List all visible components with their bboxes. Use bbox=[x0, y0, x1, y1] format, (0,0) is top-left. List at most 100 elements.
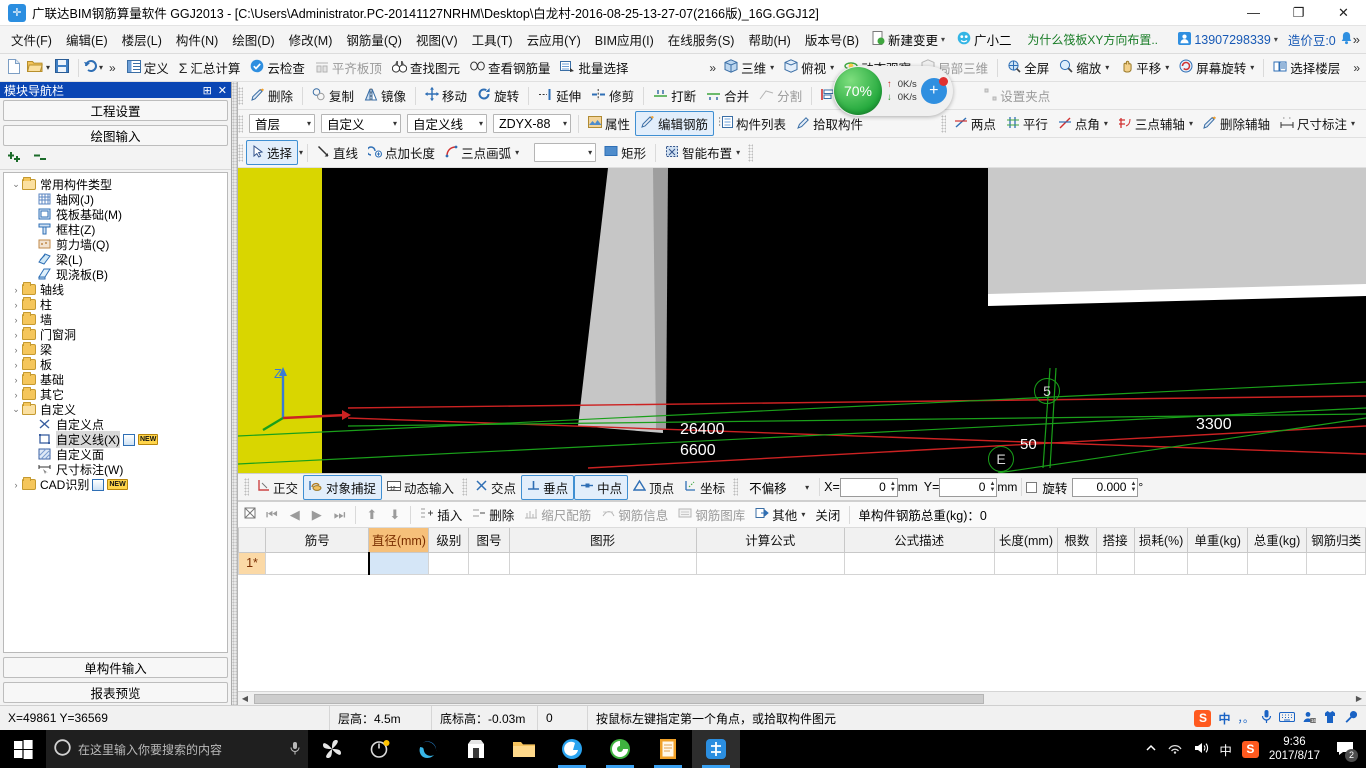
menu-modify[interactable]: 修改(M) bbox=[282, 27, 340, 52]
menu-edit[interactable]: 编辑(E) bbox=[59, 27, 115, 52]
chevron-right-icon[interactable]: › bbox=[10, 390, 22, 400]
x-spinner[interactable]: ▲ ▼ bbox=[890, 481, 896, 493]
summary-calc-button[interactable]: Σ 汇总计算 bbox=[174, 56, 246, 79]
cell-r0-c3[interactable] bbox=[428, 551, 470, 575]
panel-handle-icon[interactable] bbox=[244, 507, 256, 522]
two-point-axis-button[interactable]: 两点 bbox=[949, 112, 1001, 135]
properties-button[interactable]: 属性 bbox=[583, 112, 635, 135]
chevron-right-icon[interactable]: › bbox=[10, 330, 22, 340]
merge-button[interactable]: 合并 bbox=[701, 84, 754, 107]
file-explorer-icon[interactable] bbox=[500, 730, 548, 768]
rotate-checkbox[interactable] bbox=[1026, 481, 1038, 493]
move-button[interactable]: 移动 bbox=[420, 84, 472, 107]
promo-link[interactable]: 为什么筏板XY方向布置.. bbox=[1027, 31, 1158, 48]
minimize-button[interactable]: — bbox=[1231, 0, 1276, 26]
chevron-down-icon[interactable]: ▾ bbox=[1189, 119, 1193, 128]
midpoint-snap-toggle[interactable]: 中点 bbox=[574, 474, 629, 500]
define-button[interactable]: 定义 bbox=[122, 56, 174, 79]
delete-button[interactable]: 删除 bbox=[246, 84, 298, 107]
close-icon[interactable]: ✕ bbox=[218, 84, 227, 97]
tree-item-3[interactable]: 框柱(Z) bbox=[6, 222, 225, 237]
tree-item-5[interactable]: 梁(L) bbox=[6, 252, 225, 267]
toolbar-grip[interactable] bbox=[238, 86, 243, 105]
delete-row-button[interactable]: 删除 bbox=[467, 503, 519, 526]
column-header-9[interactable]: 根数 bbox=[1057, 528, 1097, 553]
offset-group-grip[interactable] bbox=[733, 478, 739, 496]
rebar-grid[interactable]: 筋号 直径(mm) 级别 图号 图形 计算公式 公式描述 长度(mm) 根数 搭接 损耗(%) 单重(… bbox=[238, 528, 1366, 691]
screen-rotate-chevron-down-icon[interactable]: ▾ bbox=[1250, 63, 1254, 72]
new-document-icon[interactable] bbox=[7, 58, 21, 77]
axis-toolbar-grip[interactable] bbox=[940, 114, 946, 133]
extend-button[interactable]: 延伸 bbox=[533, 84, 586, 107]
notes-app-icon[interactable] bbox=[644, 730, 692, 768]
cell-r0-c14[interactable] bbox=[1306, 551, 1366, 575]
tree-item-2[interactable]: 筏板基础(M) bbox=[6, 207, 225, 222]
cell-r0-c11[interactable] bbox=[1133, 551, 1189, 575]
edge-browser-icon[interactable] bbox=[404, 730, 452, 768]
menu-rebar-qty[interactable]: 钢筋量(Q) bbox=[339, 27, 409, 52]
chevron-right-icon[interactable]: › bbox=[10, 345, 22, 355]
assistant-button[interactable]: 广小二 bbox=[951, 28, 1018, 51]
wrench-icon[interactable] bbox=[1344, 710, 1358, 727]
column-header-4[interactable]: 图号 bbox=[468, 528, 510, 553]
360-browser-icon[interactable] bbox=[596, 730, 644, 768]
chevron-right-icon[interactable]: › bbox=[10, 285, 22, 295]
y-spinner[interactable]: ▲ ▼ bbox=[989, 481, 995, 493]
dimension-button[interactable]: 尺寸标注 ▾ bbox=[1275, 112, 1360, 135]
notification-center-button[interactable]: 2 bbox=[1330, 730, 1360, 768]
cell-r0-c10[interactable] bbox=[1095, 551, 1135, 575]
tree-item-18[interactable]: 自定义面 bbox=[6, 447, 225, 462]
top-view-button[interactable]: 俯视 ▾ bbox=[779, 56, 839, 79]
menu-version[interactable]: 版本号(B) bbox=[798, 27, 866, 52]
column-header-12[interactable]: 单重(kg) bbox=[1187, 528, 1248, 553]
save-icon[interactable] bbox=[55, 59, 70, 76]
ime-chinese-icon[interactable]: 中 bbox=[1218, 710, 1230, 727]
cell-r0-c9[interactable] bbox=[1057, 551, 1097, 575]
menu-draw[interactable]: 绘图(D) bbox=[225, 27, 281, 52]
expand-all-icon[interactable] bbox=[8, 151, 24, 167]
bell-notification-icon[interactable] bbox=[1340, 31, 1353, 48]
align-slab-top-button[interactable]: 平齐板顶 bbox=[310, 56, 387, 79]
volume-icon[interactable] bbox=[1193, 741, 1209, 758]
column-header-10[interactable]: 搭接 bbox=[1095, 528, 1135, 553]
top-view-chevron-down-icon[interactable]: ▾ bbox=[830, 63, 834, 72]
set-grip-button[interactable]: 设置夹点 bbox=[979, 84, 1055, 107]
cell-r0-c12[interactable] bbox=[1187, 551, 1248, 575]
point-angle-axis-button[interactable]: 点角 ▾ bbox=[1053, 112, 1113, 135]
column-header-5[interactable]: 图形 bbox=[508, 528, 697, 553]
perpendicular-snap-toggle[interactable]: 垂点 bbox=[521, 474, 575, 500]
column-header-6[interactable]: 计算公式 bbox=[695, 528, 845, 553]
close-button[interactable]: ✕ bbox=[1321, 0, 1366, 26]
drawing-input-button[interactable]: 绘图输入 bbox=[3, 125, 228, 146]
edit-rebar-button[interactable]: 编辑钢筋 bbox=[635, 111, 715, 136]
first-record-icon[interactable]: ⏮ bbox=[260, 507, 284, 523]
smart-layout-button[interactable]: 智能布置 ▾ bbox=[660, 141, 745, 164]
tree-item-17[interactable]: 自定义线(X) NEW bbox=[6, 431, 225, 448]
three-point-axis-button[interactable]: 三点辅轴 ▾ bbox=[1113, 112, 1198, 135]
prev-record-icon[interactable]: ◀ bbox=[284, 507, 306, 523]
rotate-spinner[interactable]: ▲ ▼ bbox=[1130, 481, 1136, 493]
move-up-icon[interactable]: ⬆ bbox=[360, 507, 383, 523]
move-down-icon[interactable]: ⬇ bbox=[383, 507, 406, 523]
cell-r0-c4[interactable] bbox=[468, 551, 510, 575]
model-canvas[interactable]: 26400 6600 3300 50 5 E Z bbox=[238, 168, 1366, 473]
column-header-0[interactable] bbox=[238, 528, 267, 553]
open-folder-icon[interactable] bbox=[26, 59, 43, 76]
chevron-right-icon[interactable]: › bbox=[10, 360, 22, 370]
task-view-icon[interactable] bbox=[308, 730, 356, 768]
cloud-check-button[interactable]: 云检查 bbox=[245, 56, 310, 79]
three-point-arc-button[interactable]: 三点画弧 ▾ bbox=[440, 141, 524, 164]
cell-r0-c5[interactable] bbox=[508, 551, 697, 575]
component-tree[interactable]: ⌄ 常用构件类型 轴网(J) 筏板基础(M) 框柱(Z) 剪力墙(Q) 梁(L) 现浇板(B)… bbox=[3, 172, 228, 653]
new-change-button[interactable]: 新建变更 ▾ bbox=[866, 28, 951, 51]
grid-horizontal-scrollbar[interactable]: ◀ ▶ bbox=[238, 691, 1366, 705]
vertex-snap-toggle[interactable]: 顶点 bbox=[628, 476, 679, 499]
report-preview-button[interactable]: 报表预览 bbox=[3, 682, 228, 703]
cell-r0-c13[interactable] bbox=[1246, 551, 1308, 575]
app-ring-icon[interactable] bbox=[356, 730, 404, 768]
open-chevron-down-icon[interactable]: ▾ bbox=[46, 63, 50, 72]
skin-icon[interactable] bbox=[1323, 710, 1337, 727]
keyboard-icon[interactable] bbox=[1279, 711, 1295, 726]
other-button[interactable]: 其他 ▾ bbox=[750, 503, 810, 526]
tree-item-9[interactable]: › 墙 bbox=[6, 312, 225, 327]
